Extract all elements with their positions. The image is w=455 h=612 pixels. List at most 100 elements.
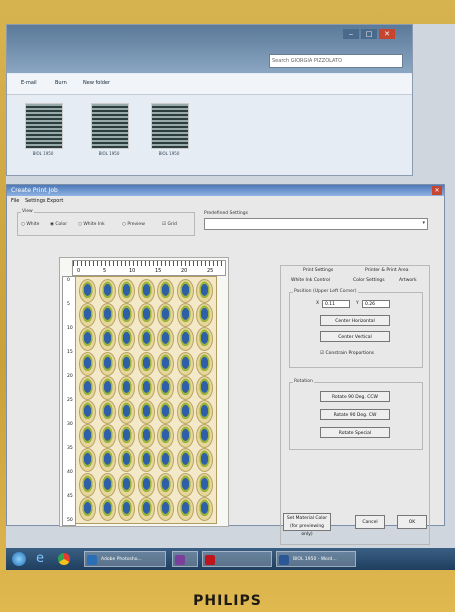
label-cell[interactable]	[79, 351, 96, 376]
label-cell[interactable]	[196, 351, 213, 376]
label-cell[interactable]	[137, 351, 155, 376]
label-cell[interactable]	[137, 424, 155, 449]
label-cell[interactable]	[157, 400, 174, 424]
start-button[interactable]	[12, 552, 26, 566]
menu-settings[interactable]: Settings	[25, 198, 46, 204]
label-cell[interactable]	[176, 448, 194, 473]
label-cell[interactable]	[157, 327, 174, 352]
label-cell[interactable]	[176, 424, 194, 449]
chevron-down-icon[interactable]: ▾	[422, 220, 425, 226]
close-button[interactable]: ✕	[379, 29, 395, 39]
label-cell[interactable]	[118, 448, 135, 473]
label-cell[interactable]	[118, 472, 135, 497]
search-input[interactable]: Search GIORGIA PIZZOLATO	[269, 54, 403, 68]
label-cell[interactable]	[157, 351, 174, 376]
label-cell[interactable]	[98, 375, 116, 400]
label-cell[interactable]	[196, 400, 213, 424]
label-cell[interactable]	[176, 400, 194, 424]
tab-white-ink-control[interactable]: White Ink Control	[291, 278, 330, 283]
label-cell[interactable]	[137, 400, 155, 424]
rotate-cw-button[interactable]: Rotate 90 Deg. CW	[320, 409, 390, 420]
label-cell[interactable]	[79, 448, 96, 473]
label-cell[interactable]	[176, 375, 194, 400]
label-cell[interactable]	[157, 424, 174, 449]
label-cell[interactable]	[98, 303, 116, 328]
label-cell[interactable]	[79, 424, 96, 449]
label-cell[interactable]	[137, 496, 155, 521]
label-cell[interactable]	[79, 400, 96, 424]
label-cell[interactable]	[196, 496, 213, 521]
label-cell[interactable]	[137, 327, 155, 352]
label-cell[interactable]	[98, 351, 116, 376]
rotate-ccw-button[interactable]: Rotate 90 Deg. CCW	[320, 391, 390, 402]
ok-button[interactable]: OK	[397, 515, 427, 529]
label-cell[interactable]	[98, 400, 116, 424]
label-cell[interactable]	[137, 303, 155, 328]
label-cell[interactable]	[79, 279, 96, 303]
label-cell[interactable]	[118, 327, 135, 352]
view-whiteink-radio[interactable]: ○ White Ink	[78, 222, 105, 227]
menu-export[interactable]: Export	[47, 198, 63, 204]
label-cell[interactable]	[196, 472, 213, 497]
label-cell[interactable]	[196, 375, 213, 400]
label-cell[interactable]	[157, 375, 174, 400]
label-cell[interactable]	[157, 496, 174, 521]
label-cell[interactable]	[196, 448, 213, 473]
internet-explorer-icon[interactable]: e	[36, 551, 44, 566]
label-cell[interactable]	[176, 279, 194, 303]
rotate-special-button[interactable]: Rotate Special	[320, 427, 390, 438]
label-cell[interactable]	[157, 303, 174, 328]
center-horizontal-button[interactable]: Center Horizontal	[320, 315, 390, 326]
label-cell[interactable]	[79, 472, 96, 497]
label-cell[interactable]	[79, 375, 96, 400]
minimize-button[interactable]: ‒	[343, 29, 359, 39]
view-white-radio[interactable]: ○ White	[21, 222, 39, 227]
tab-print-settings[interactable]: Print Settings	[303, 268, 333, 273]
predefined-settings-select[interactable]: ▾	[204, 218, 428, 230]
label-cell[interactable]	[98, 448, 116, 473]
grid-checkbox[interactable]: ☑ Grid	[162, 222, 177, 227]
file-thumbnail[interactable]	[25, 103, 63, 149]
new-folder-button[interactable]: New folder	[83, 80, 110, 86]
file-thumbnail[interactable]	[151, 103, 189, 149]
label-cell[interactable]	[157, 279, 174, 303]
cancel-button[interactable]: Cancel	[355, 515, 385, 529]
label-cell[interactable]	[176, 496, 194, 521]
label-cell[interactable]	[196, 424, 213, 449]
label-cell[interactable]	[118, 400, 135, 424]
label-cell[interactable]	[157, 472, 174, 497]
label-cell[interactable]	[118, 351, 135, 376]
taskbar-item-onenote[interactable]	[172, 551, 198, 567]
label-cell[interactable]	[118, 279, 135, 303]
center-vertical-button[interactable]: Center Vertical	[320, 331, 390, 342]
label-cell[interactable]	[118, 303, 135, 328]
x-field[interactable]: 0.11	[322, 300, 350, 308]
label-cell[interactable]	[196, 303, 213, 328]
tab-artwork[interactable]: Artwork	[399, 278, 417, 283]
file-thumbnail[interactable]	[91, 103, 129, 149]
label-cell[interactable]	[137, 448, 155, 473]
label-cell[interactable]	[137, 375, 155, 400]
label-cell[interactable]	[196, 327, 213, 352]
label-cell[interactable]	[98, 327, 116, 352]
label-cell[interactable]	[98, 424, 116, 449]
view-color-radio[interactable]: ◉ Color	[50, 222, 67, 227]
label-cell[interactable]	[98, 279, 116, 303]
view-preview-radio[interactable]: ○ Preview	[122, 222, 145, 227]
label-sheet[interactable]	[75, 276, 217, 524]
label-cell[interactable]	[176, 327, 194, 352]
label-cell[interactable]	[137, 472, 155, 497]
y-field[interactable]: 0.26	[362, 300, 390, 308]
taskbar-item-photoshop[interactable]: Adobe Photosho...	[84, 551, 166, 567]
label-cell[interactable]	[118, 424, 135, 449]
label-cell[interactable]	[118, 375, 135, 400]
set-material-color-button[interactable]: Set Material Color (for previewing only)	[283, 513, 331, 537]
close-icon[interactable]: ✕	[432, 186, 442, 195]
label-cell[interactable]	[176, 351, 194, 376]
label-cell[interactable]	[137, 279, 155, 303]
taskbar-item-acrobat[interactable]	[202, 551, 272, 567]
label-cell[interactable]	[157, 448, 174, 473]
constrain-proportions-checkbox[interactable]: ☑ Constrain Proportions	[320, 351, 374, 356]
burn-button[interactable]: Burn	[55, 80, 67, 86]
label-cell[interactable]	[118, 496, 135, 521]
